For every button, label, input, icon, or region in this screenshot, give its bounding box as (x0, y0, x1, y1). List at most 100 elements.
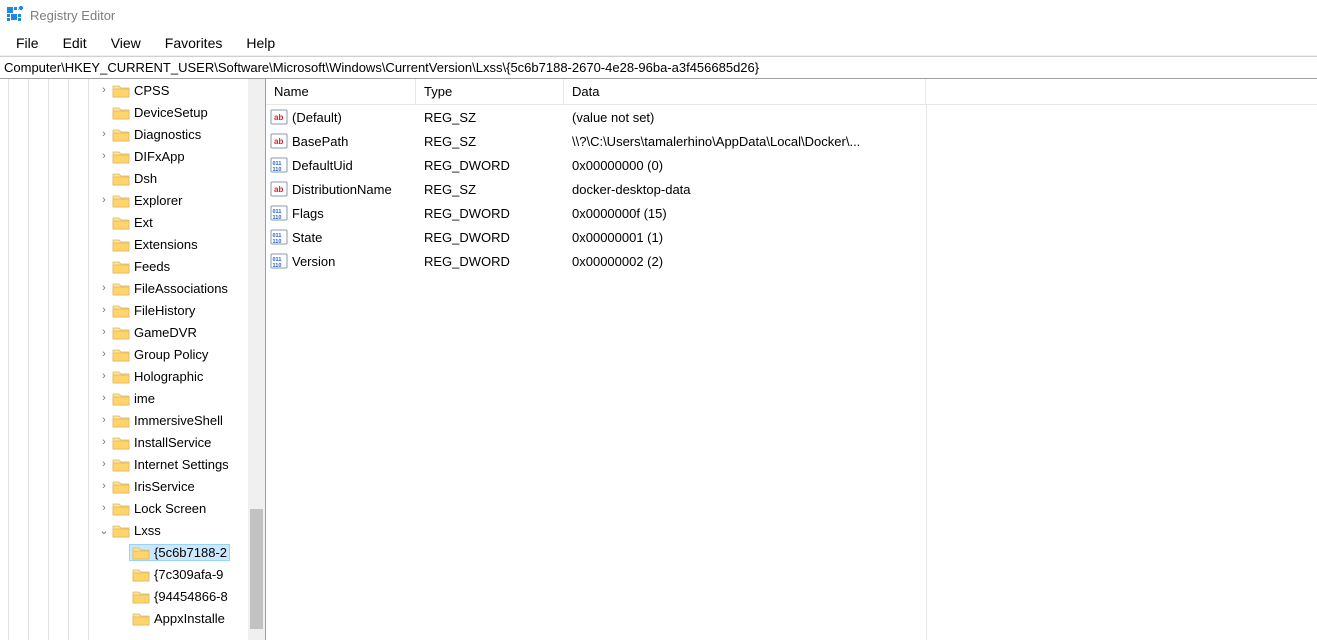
column-headers[interactable]: Name Type Data (266, 79, 1317, 105)
menu-help[interactable]: Help (236, 33, 285, 53)
tree-item[interactable]: › CPSS (0, 79, 265, 101)
app-icon (6, 6, 24, 24)
value-row[interactable]: FlagsREG_DWORD0x0000000f (15) (266, 201, 1317, 225)
tree-item[interactable]: › ImmersiveShell (0, 409, 265, 431)
folder-icon (112, 347, 130, 362)
chevron-right-icon[interactable]: › (98, 414, 110, 426)
tree-item-label: Feeds (134, 259, 170, 274)
folder-icon (112, 391, 130, 406)
tree-item[interactable]: AppxInstalle (0, 607, 265, 629)
menu-file[interactable]: File (6, 33, 49, 53)
tree-item-label: Group Policy (134, 347, 208, 362)
tree-item[interactable]: ›Lock Screen (0, 497, 265, 519)
tree-item-label: ime (134, 391, 155, 406)
value-row[interactable]: (Default)REG_SZ(value not set) (266, 105, 1317, 129)
chevron-right-icon[interactable]: › (98, 502, 110, 514)
tree-item[interactable]: ›InstallService (0, 431, 265, 453)
tree-item-label: IrisService (134, 479, 195, 494)
tree-item[interactable]: ›DIFxApp (0, 145, 265, 167)
tree-item[interactable]: › Holographic (0, 365, 265, 387)
tree-item[interactable]: ›FileAssociations (0, 277, 265, 299)
folder-icon (112, 149, 130, 164)
value-data: 0x00000001 (1) (564, 225, 926, 249)
folder-icon (112, 435, 130, 450)
folder-icon (112, 303, 130, 318)
value-type: REG_DWORD (416, 249, 564, 273)
chevron-down-icon[interactable]: ⌄ (98, 524, 110, 537)
chevron-right-icon[interactable]: › (98, 370, 110, 382)
tree-item[interactable]: ›Explorer (0, 189, 265, 211)
address-bar[interactable]: Computer\HKEY_CURRENT_USER\Software\Micr… (0, 56, 1317, 79)
value-name: (Default) (292, 110, 342, 125)
chevron-right-icon[interactable]: › (98, 150, 110, 162)
folder-icon (112, 325, 130, 340)
folder-icon (112, 369, 130, 384)
tree-item[interactable]: ›FileHistory (0, 299, 265, 321)
tree-scrollbar-thumb[interactable] (250, 509, 263, 629)
chevron-right-icon[interactable]: › (98, 480, 110, 492)
menu-favorites[interactable]: Favorites (155, 33, 233, 53)
folder-icon (132, 545, 150, 560)
chevron-right-icon[interactable]: › (98, 282, 110, 294)
window-title: Registry Editor (30, 8, 115, 23)
folder-icon (112, 127, 130, 142)
chevron-right-icon[interactable]: › (98, 128, 110, 140)
tree-item-label: {5c6b7188-2 (154, 545, 227, 560)
column-header-name[interactable]: Name (266, 79, 416, 105)
tree-item-label: CPSS (134, 83, 169, 98)
chevron-right-icon[interactable]: › (98, 326, 110, 338)
values-pane[interactable]: Name Type Data (Default)REG_SZ(value not… (266, 79, 1317, 640)
value-type: REG_SZ (416, 177, 564, 201)
tree-item[interactable]: {7c309afa-9 (0, 563, 265, 585)
tree-item[interactable]: Feeds (0, 255, 265, 277)
chevron-right-icon[interactable]: › (98, 436, 110, 448)
value-row[interactable]: DistributionNameREG_SZdocker-desktop-dat… (266, 177, 1317, 201)
tree-item[interactable]: › Group Policy (0, 343, 265, 365)
tree-item-label: ImmersiveShell (134, 413, 223, 428)
tree-item[interactable]: ›GameDVR (0, 321, 265, 343)
folder-icon (112, 83, 130, 98)
tree-item[interactable]: ›Internet Settings (0, 453, 265, 475)
tree-item-label: {94454866-8 (154, 589, 228, 604)
tree-item[interactable]: {5c6b7188-2 (0, 541, 265, 563)
tree-item[interactable]: › ime (0, 387, 265, 409)
menu-view[interactable]: View (101, 33, 151, 53)
menu-edit[interactable]: Edit (53, 33, 97, 53)
tree-item[interactable]: Extensions (0, 233, 265, 255)
chevron-right-icon[interactable]: › (98, 194, 110, 206)
value-row[interactable]: StateREG_DWORD0x00000001 (1) (266, 225, 1317, 249)
value-data: 0x00000000 (0) (564, 153, 926, 177)
chevron-right-icon[interactable]: › (98, 304, 110, 316)
chevron-right-icon[interactable]: › (98, 84, 110, 96)
tree-item[interactable]: › IrisService (0, 475, 265, 497)
chevron-right-icon[interactable]: › (98, 458, 110, 470)
folder-icon (112, 193, 130, 208)
title-bar: Registry Editor (0, 0, 1317, 30)
tree-item[interactable]: Dsh (0, 167, 265, 189)
column-header-data[interactable]: Data (564, 79, 926, 105)
tree-item-label: Holographic (134, 369, 203, 384)
tree-item[interactable]: ›Diagnostics (0, 123, 265, 145)
reg-dword-icon (270, 156, 288, 174)
tree-item[interactable]: DeviceSetup (0, 101, 265, 123)
chevron-right-icon[interactable]: › (98, 348, 110, 360)
value-name: DistributionName (292, 182, 392, 197)
value-name: Flags (292, 206, 324, 221)
value-row[interactable]: VersionREG_DWORD0x00000002 (2) (266, 249, 1317, 273)
column-header-type[interactable]: Type (416, 79, 564, 105)
value-type: REG_SZ (416, 129, 564, 153)
folder-icon (112, 413, 130, 428)
tree-pane[interactable]: ›CPSSDeviceSetup›Diagnostics›DIFxAppDsh›… (0, 79, 266, 640)
value-row[interactable]: BasePathREG_SZ\\?\C:\Users\tamalerhino\A… (266, 129, 1317, 153)
reg-sz-icon (270, 180, 288, 198)
tree-item[interactable]: Ext (0, 211, 265, 233)
tree-item[interactable]: ⌄Lxss (0, 519, 265, 541)
column-splitter[interactable] (926, 105, 927, 640)
reg-dword-icon (270, 252, 288, 270)
tree-item[interactable]: {94454866-8 (0, 585, 265, 607)
tree-scrollbar[interactable] (248, 79, 265, 640)
tree-item-label: AppxInstalle (154, 611, 225, 626)
value-row[interactable]: DefaultUidREG_DWORD0x00000000 (0) (266, 153, 1317, 177)
chevron-right-icon[interactable]: › (98, 392, 110, 404)
tree-item-label: DeviceSetup (134, 105, 208, 120)
